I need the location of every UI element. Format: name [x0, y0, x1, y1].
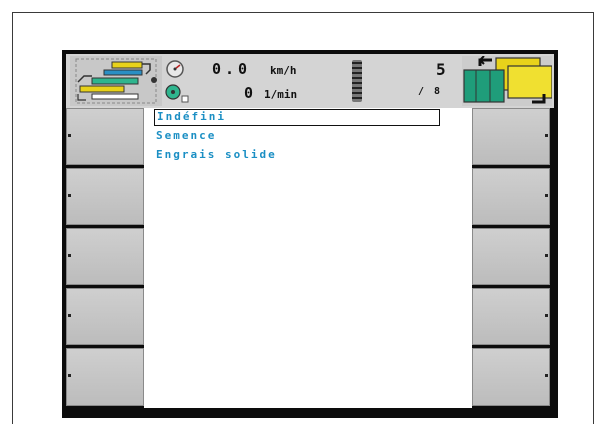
softkey-marker [68, 254, 71, 257]
machine-icon [70, 56, 162, 106]
softkey-right-3[interactable] [472, 228, 550, 285]
rpm-readout: 0 [244, 84, 254, 102]
section-count: 5 [436, 60, 446, 79]
softkey-marker [545, 134, 548, 137]
softkey-left-4[interactable] [66, 288, 144, 345]
rpm-sensor-icon [165, 84, 189, 103]
softkey-marker [68, 314, 71, 317]
softkey-marker [545, 194, 548, 197]
product-type-list: Indéfini Semence Engrais solide [144, 108, 472, 408]
softkey-right-2[interactable] [472, 168, 550, 225]
tyre-track-icon [352, 60, 362, 102]
softkey-marker [545, 254, 548, 257]
speedometer-icon [166, 60, 184, 78]
section-total: / 8 [418, 86, 443, 97]
softkey-marker [68, 134, 71, 137]
speed-readout: 0.0 [212, 60, 252, 78]
status-bar: 0.0 km/h 0 1/min 5 / 8 [66, 54, 554, 108]
softkey-left-5[interactable] [66, 348, 144, 406]
softkey-left-1[interactable] [66, 108, 144, 165]
softkey-left-2[interactable] [66, 168, 144, 225]
softkey-marker [68, 194, 71, 197]
softkey-left-3[interactable] [66, 228, 144, 285]
list-item-semence[interactable]: Semence [156, 128, 216, 144]
rpm-unit: 1/min [264, 88, 298, 101]
terminal-display: 0.0 km/h 0 1/min 5 / 8 Indéfini Semence … [62, 50, 558, 418]
softkey-marker [68, 374, 71, 377]
speed-unit: km/h [270, 64, 297, 77]
softkey-right-1[interactable] [472, 108, 550, 165]
softkey-marker [545, 374, 548, 377]
softkey-right-5[interactable] [472, 348, 550, 406]
softkey-marker [545, 314, 548, 317]
softkey-right-4[interactable] [472, 288, 550, 345]
list-item-engrais-solide[interactable]: Engrais solide [156, 147, 277, 163]
list-item-indefini[interactable]: Indéfini [154, 109, 440, 126]
sections-return-icon[interactable] [462, 56, 552, 106]
